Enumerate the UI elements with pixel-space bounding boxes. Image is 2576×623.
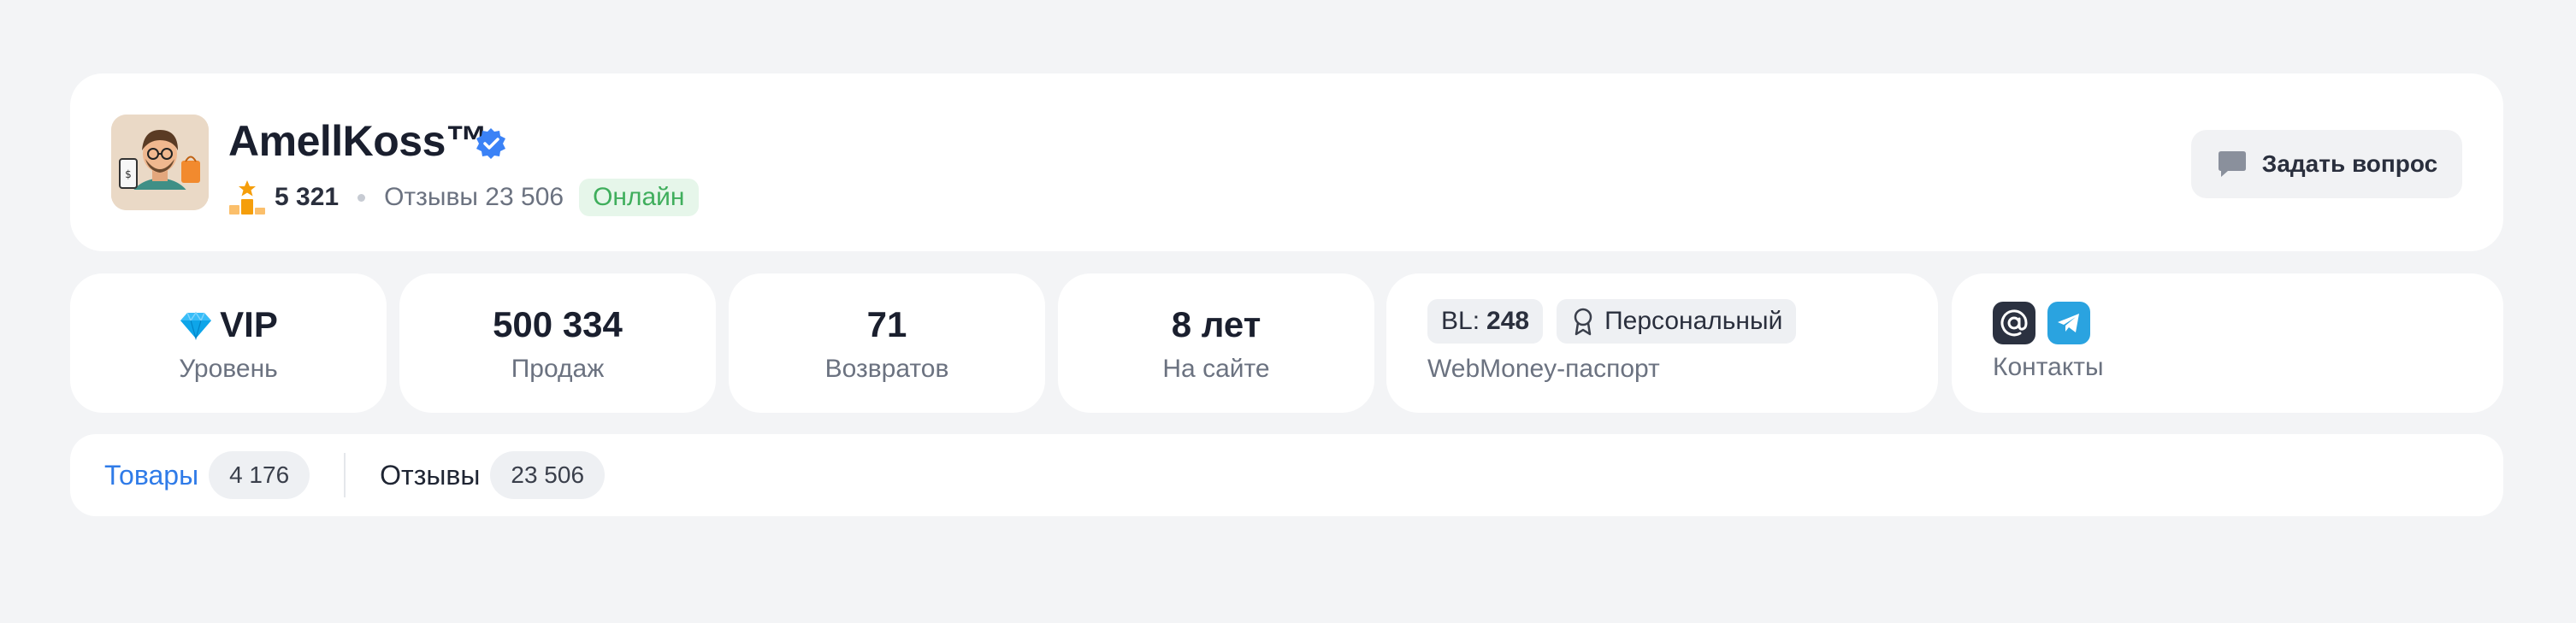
bl-chip[interactable]: BL: 248	[1427, 299, 1544, 344]
seller-header-card: $ AmellKoss™ 5 321 Отзывы 23 506 Онлайн …	[70, 73, 2503, 251]
online-status-badge: Онлайн	[579, 179, 699, 216]
svg-text:$: $	[125, 168, 132, 180]
bl-value: 248	[1486, 307, 1530, 335]
sales-value: 500 334	[493, 304, 623, 344]
bl-prefix: BL:	[1441, 307, 1480, 335]
passport-type-chip[interactable]: Персональный	[1557, 299, 1797, 344]
email-icon[interactable]	[1993, 302, 2035, 344]
rating-value: 5 321	[275, 183, 340, 211]
returns-value: 71	[866, 304, 907, 344]
years-label: На сайте	[1162, 355, 1270, 383]
tabs-card: Товары 4 176 Отзывы 23 506	[70, 434, 2503, 516]
webmoney-passport-card: BL: 248 Персональный WebMoney-паспорт	[1386, 273, 1938, 413]
stat-card-sales: 500 334 Продаж	[399, 273, 716, 413]
seller-avatar[interactable]: $	[111, 115, 209, 210]
ask-question-label: Задать вопрос	[2261, 150, 2438, 177]
tab-products[interactable]: Товары 4 176	[104, 451, 310, 499]
tab-reviews[interactable]: Отзывы 23 506	[380, 451, 606, 499]
stat-card-level: VIP Уровень	[70, 273, 387, 413]
stat-card-returns: 71 Возвратов	[729, 273, 1045, 413]
telegram-icon[interactable]	[2047, 302, 2090, 344]
award-ribbon-icon	[1574, 308, 1592, 336]
ask-question-button[interactable]: Задать вопрос	[2191, 130, 2462, 198]
level-value: VIP	[220, 304, 278, 344]
verified-badge-icon	[476, 128, 505, 159]
tab-reviews-count: 23 506	[490, 451, 606, 499]
reviews-count-link[interactable]: Отзывы 23 506	[384, 183, 564, 212]
seller-meta-row: 5 321 Отзывы 23 506 Онлайн	[228, 176, 699, 219]
sales-label: Продаж	[511, 355, 605, 383]
seller-name: AmellKoss™	[228, 117, 488, 165]
contacts-card: Контакты	[1952, 273, 2503, 413]
tab-divider	[344, 453, 346, 497]
stat-card-years: 8 лет На сайте	[1058, 273, 1374, 413]
webmoney-label: WebMoney-паспорт	[1427, 355, 1660, 383]
rating-podium-icon	[229, 180, 265, 215]
separator-dot	[357, 193, 366, 202]
level-label: Уровень	[179, 355, 278, 383]
returns-label: Возвратов	[824, 355, 949, 383]
chat-bubble-icon	[2218, 151, 2246, 177]
tab-products-label: Товары	[104, 459, 199, 491]
years-value: 8 лет	[1171, 304, 1261, 344]
tab-reviews-label: Отзывы	[380, 459, 481, 491]
passport-type: Персональный	[1604, 307, 1783, 335]
tabs-row: Товары 4 176 Отзывы 23 506	[104, 451, 606, 499]
contacts-label: Контакты	[1993, 353, 2104, 381]
tab-products-count: 4 176	[209, 451, 310, 499]
diamond-icon	[180, 311, 212, 341]
